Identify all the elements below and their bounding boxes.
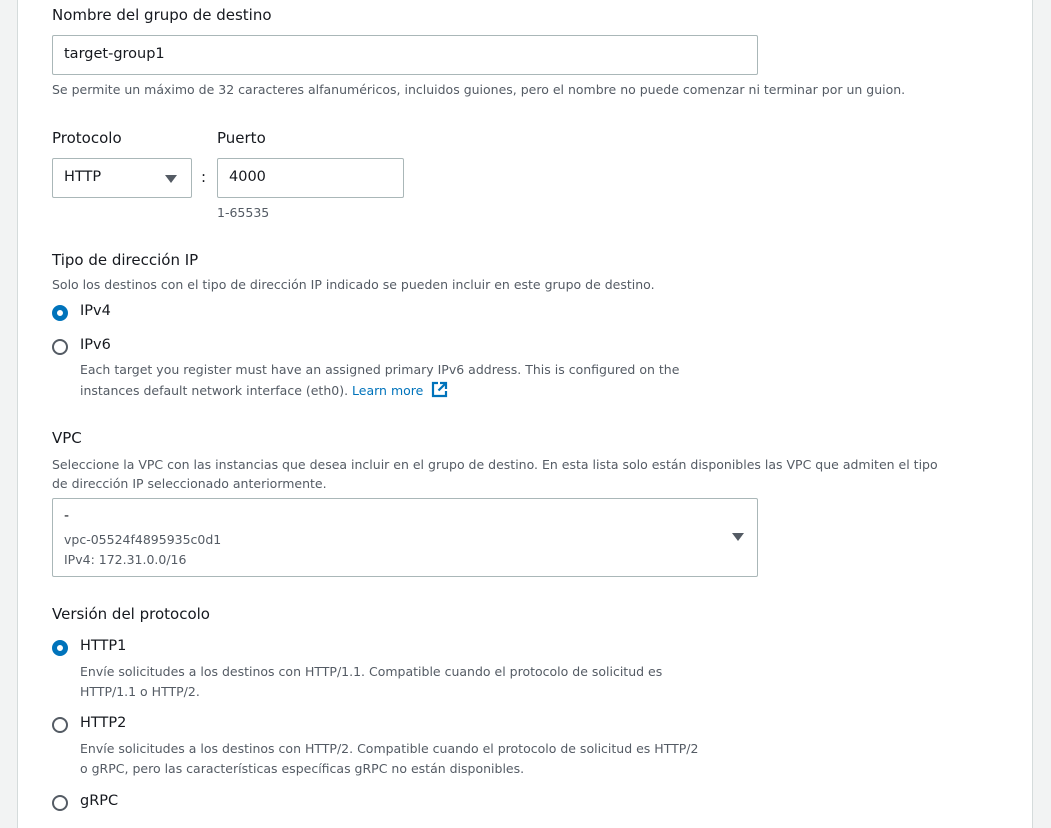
form-panel bbox=[17, 0, 1033, 828]
protocol-label: Protocolo bbox=[52, 129, 122, 147]
ipv6-radio[interactable] bbox=[52, 339, 68, 355]
port-hint: 1-65535 bbox=[217, 205, 270, 220]
target-group-name-label: Nombre del grupo de destino bbox=[52, 6, 272, 24]
http1-label[interactable]: HTTP1 bbox=[80, 638, 126, 654]
http2-description-line1: Envíe solicitudes a los destinos con HTT… bbox=[80, 741, 699, 756]
port-input[interactable]: 4000 bbox=[217, 158, 404, 198]
grpc-radio[interactable] bbox=[52, 795, 68, 811]
target-group-name-value: target-group1 bbox=[64, 46, 165, 62]
vpc-select[interactable]: - vpc-05524f4895935c0d1 IPv4: 172.31.0.0… bbox=[52, 498, 758, 577]
http2-label[interactable]: HTTP2 bbox=[80, 715, 126, 731]
ipv6-description-line2: instances default network interface (eth… bbox=[80, 383, 349, 398]
vpc-selected-name: - bbox=[64, 508, 70, 524]
http2-description-line2: o gRPC, pero las características específ… bbox=[80, 761, 525, 776]
target-group-name-hint: Se permite un máximo de 32 caracteres al… bbox=[52, 82, 906, 97]
chevron-down-icon bbox=[165, 175, 177, 183]
ipv6-label[interactable]: IPv6 bbox=[80, 337, 111, 353]
ipv6-description-line2-wrap: instances default network interface (eth… bbox=[80, 381, 448, 403]
target-group-name-input[interactable]: target-group1 bbox=[52, 35, 758, 75]
vpc-description-line1: Seleccione la VPC con las instancias que… bbox=[52, 457, 938, 472]
protocol-port-separator: : bbox=[201, 168, 207, 186]
vpc-selected-cidr: IPv4: 172.31.0.0/16 bbox=[64, 552, 187, 567]
ipv4-label[interactable]: IPv4 bbox=[80, 303, 111, 319]
learn-more-link[interactable]: Learn more bbox=[352, 383, 423, 398]
grpc-label[interactable]: gRPC bbox=[80, 793, 118, 809]
chevron-down-icon bbox=[732, 533, 744, 541]
http1-radio[interactable] bbox=[52, 640, 68, 656]
protocol-version-label: Versión del protocolo bbox=[52, 605, 210, 623]
ip-address-type-label: Tipo de dirección IP bbox=[52, 251, 199, 269]
protocol-select[interactable]: HTTP bbox=[52, 158, 192, 198]
port-value: 4000 bbox=[229, 169, 266, 185]
vpc-label: VPC bbox=[52, 429, 82, 447]
http1-description-line1: Envíe solicitudes a los destinos con HTT… bbox=[80, 664, 663, 679]
vpc-description-line2: de dirección IP seleccionado anteriormen… bbox=[52, 476, 327, 491]
protocol-value: HTTP bbox=[64, 169, 102, 185]
vpc-selected-id: vpc-05524f4895935c0d1 bbox=[64, 532, 222, 547]
port-label: Puerto bbox=[217, 129, 266, 147]
http1-description-line2: HTTP/1.1 o HTTP/2. bbox=[80, 684, 200, 699]
external-link-icon[interactable] bbox=[431, 381, 448, 403]
ipv4-radio[interactable] bbox=[52, 305, 68, 321]
ipv6-description-line1: Each target you register must have an as… bbox=[80, 362, 680, 377]
http2-radio[interactable] bbox=[52, 717, 68, 733]
ip-address-type-description: Solo los destinos con el tipo de direcci… bbox=[52, 277, 655, 292]
